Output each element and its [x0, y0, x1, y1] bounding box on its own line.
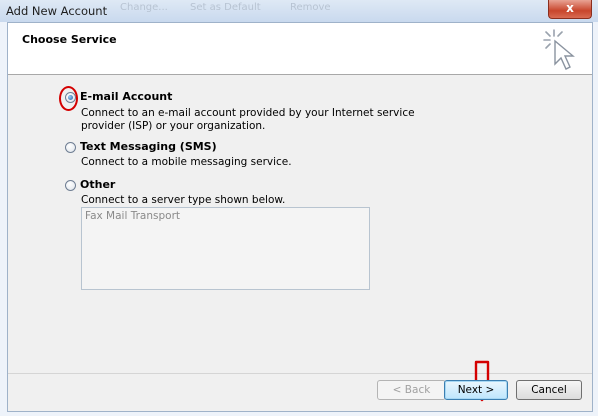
close-button[interactable]: x — [548, 0, 592, 19]
text-messaging-label[interactable]: Text Messaging (SMS) — [80, 140, 217, 153]
page-title: Choose Service — [22, 33, 117, 46]
ghost-change-button: Change... — [120, 2, 168, 13]
footer-divider — [8, 373, 592, 374]
highlight-ellipse-annotation — [59, 86, 78, 111]
ghost-set-default-button: Set as Default — [190, 2, 261, 13]
ghost-remove-button: Remove — [290, 2, 331, 13]
other-label[interactable]: Other — [80, 178, 115, 191]
close-icon: x — [566, 1, 574, 15]
window-title: Add New Account — [6, 4, 108, 18]
list-item[interactable]: Fax Mail Transport — [85, 210, 180, 222]
text-messaging-description: Connect to a mobile messaging service. — [81, 156, 292, 168]
other-description: Connect to a server type shown below. — [81, 194, 286, 206]
text-messaging-radio[interactable] — [65, 142, 76, 153]
next-button[interactable]: Next > — [444, 380, 508, 400]
email-account-description: Connect to an e-mail account provided by… — [81, 107, 415, 132]
server-type-list[interactable]: Fax Mail Transport — [81, 207, 370, 290]
back-button[interactable]: < Back — [377, 380, 446, 400]
cancel-button[interactable]: Cancel — [516, 380, 582, 400]
other-radio[interactable] — [65, 180, 76, 191]
dialog-client-area: Choose Service E-mail Account Connect to… — [7, 22, 593, 412]
title-bar: Add New Account Change... Set as Default… — [0, 0, 598, 22]
email-account-label[interactable]: E-mail Account — [80, 90, 172, 103]
wizard-cursor-icon — [543, 29, 575, 70]
wizard-header: Choose Service — [8, 23, 592, 75]
